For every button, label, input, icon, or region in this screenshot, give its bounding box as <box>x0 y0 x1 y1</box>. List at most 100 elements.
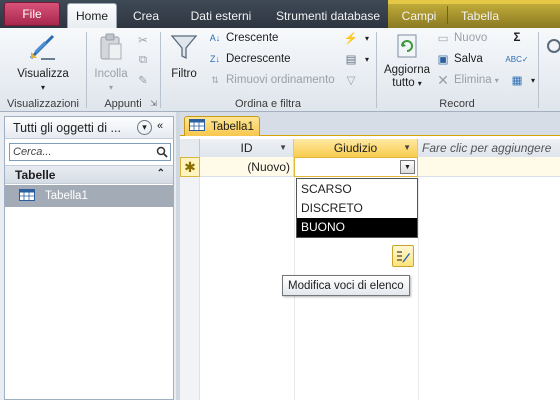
column-header-giudizio-label: Giudizio <box>333 141 378 155</box>
chevron-down-icon: ▾ <box>108 83 113 92</box>
edit-list-items-button[interactable] <box>392 245 414 267</box>
dropdown-option-buono[interactable]: BUONO <box>297 217 417 237</box>
advanced-filter-icon: ▤ <box>345 54 357 66</box>
salva-label: Salva <box>454 53 483 65</box>
totals-button[interactable]: Σ <box>509 28 528 48</box>
paste-icon <box>100 33 122 60</box>
dialog-launcher-icon[interactable]: ⇲ <box>150 99 157 108</box>
elimina-label: Elimina <box>454 74 492 86</box>
salva-button[interactable]: ▣ Salva <box>435 49 483 69</box>
decrescente-label: Decrescente <box>226 53 291 65</box>
toggle-filter-button[interactable]: ▽ <box>343 70 362 90</box>
combo-dropdown-list: SCARSO DISCRETO BUONO <box>296 178 418 238</box>
nav-section-label: Tabelle <box>15 167 56 182</box>
tab-home[interactable]: Home <box>67 3 117 28</box>
column-header-add-label: Fare clic per aggiungere <box>422 141 552 155</box>
filtro-button[interactable]: Filtro <box>165 32 203 81</box>
nav-pane-title: Tutti gli oggetti di ... <box>13 120 121 135</box>
spelling-icon: ABC✓ <box>505 54 529 64</box>
tab-file[interactable]: File <box>4 2 60 26</box>
copy-button[interactable]: ⧉ <box>135 50 154 70</box>
document-area: Tabella1 ID ▼ Giudizio ▼ Fare clic per a… <box>180 112 560 400</box>
elimina-button[interactable]: ✕ Elimina ▾ <box>435 70 499 90</box>
edit-list-icon <box>397 251 410 263</box>
aggiorna-tutto-button[interactable]: Aggiorna tutto ▾ <box>381 32 433 90</box>
incolla-button[interactable]: Incolla ▾ <box>89 32 133 94</box>
selection-filter-button[interactable]: ⚡ ▾ <box>343 28 369 48</box>
visualizza-button[interactable]: Visualizza ▾ <box>10 32 76 94</box>
column-header-id[interactable]: ID ▼ <box>200 139 294 157</box>
rimuovi-ordinamento-label: Rimuovi ordinamento <box>226 74 335 86</box>
sigma-icon: Σ <box>513 32 521 44</box>
document-tab-label: Tabella1 <box>211 120 254 133</box>
nuovo-label: Nuovo <box>454 32 488 44</box>
chevron-down-icon: ▾ <box>417 79 422 88</box>
visualizza-label: Visualizza <box>17 68 69 80</box>
cut-button[interactable]: ✂ <box>135 30 154 50</box>
format-painter-button[interactable]: ✎ <box>135 70 154 90</box>
collapse-pane-icon[interactable]: « <box>157 120 163 132</box>
document-tab-tabella1[interactable]: Tabella1 <box>184 116 260 136</box>
column-header-id-label: ID <box>240 141 253 155</box>
sort-descending-icon: Z↓ <box>210 54 220 64</box>
tab-dati-esterni[interactable]: Dati esterni <box>176 4 266 28</box>
chevron-down-icon[interactable]: ▼ <box>400 160 415 174</box>
navigation-pane: Tutti gli oggetti di ... ▾ « Cerca... Ta… <box>4 116 174 400</box>
filter-icon <box>170 35 198 60</box>
new-record-icon: ▭ <box>437 33 449 45</box>
clear-sort-icon: ⇅ <box>211 74 219 85</box>
chevron-down-icon: ▾ <box>494 75 499 85</box>
nav-pane-header[interactable]: Tutti gli oggetti di ... ▾ « <box>5 117 173 139</box>
tab-crea[interactable]: Crea <box>124 4 168 28</box>
group-label-visualizzazioni: Visualizzazioni <box>7 98 79 110</box>
nav-item-tabella1[interactable]: Tabella1 <box>5 185 173 207</box>
new-row-marker[interactable]: ✱ <box>180 157 200 177</box>
find-icon <box>547 39 560 53</box>
sort-ascending-icon: A↓ <box>209 33 221 43</box>
tab-separator <box>447 6 448 24</box>
trova-button-partial[interactable] <box>544 36 560 68</box>
decrescente-button[interactable]: Z↓ Decrescente <box>207 49 291 69</box>
cell-giudizio-combo[interactable]: ▼ <box>294 157 418 177</box>
toggle-filter-icon: ▽ <box>346 75 356 87</box>
tab-campi[interactable]: Campi <box>392 4 446 28</box>
nav-section-tabelle[interactable]: Tabelle ⌃ <box>5 165 173 184</box>
cell-id-new[interactable]: (Nuovo) <box>200 157 294 177</box>
chevron-down-circle-icon[interactable]: ▾ <box>137 120 152 135</box>
format-painter-icon: ✎ <box>138 75 148 87</box>
more-grid-icon: ▦ <box>511 75 523 87</box>
scissors-icon: ✂ <box>138 35 148 47</box>
select-all-corner[interactable] <box>180 139 200 157</box>
chevron-down-icon: ▾ <box>365 54 370 64</box>
dropdown-option-scarso[interactable]: SCARSO <box>297 179 417 198</box>
search-icon[interactable] <box>154 144 170 160</box>
aggiorna-label-line1: Aggiorna <box>383 64 431 76</box>
rimuovi-ordinamento-button[interactable]: ⇅ Rimuovi ordinamento <box>207 70 335 90</box>
dropdown-option-discreto[interactable]: DISCRETO <box>297 198 417 217</box>
filtro-label: Filtro <box>171 68 197 80</box>
document-tab-bar: Tabella1 <box>180 112 560 136</box>
chevron-down-icon[interactable]: ▼ <box>403 143 411 152</box>
selection-filter-icon: ⚡ <box>343 33 359 45</box>
more-button[interactable]: ▦ ▾ <box>509 70 535 90</box>
crescente-label: Crescente <box>226 32 279 44</box>
group-ordina-filtra: Filtro A↓ Crescente Z↓ Decrescente ⇅ Rim… <box>161 28 375 112</box>
table-icon <box>19 188 35 204</box>
column-header-add[interactable]: Fare clic per aggiungere <box>418 139 560 157</box>
chevron-down-icon[interactable]: ▼ <box>279 143 287 152</box>
group-appunti: Incolla ▾ ✂ ⧉ ✎ Appunti ⇲ <box>87 28 159 112</box>
crescente-button[interactable]: A↓ Crescente <box>207 28 279 48</box>
chevron-down-icon: ▾ <box>40 83 45 92</box>
column-header-giudizio[interactable]: Giudizio ▼ <box>294 139 418 157</box>
cell-add-new[interactable] <box>418 157 560 177</box>
chevron-down-icon: ▾ <box>365 33 370 43</box>
tab-tabella[interactable]: Tabella <box>450 4 510 28</box>
spelling-button[interactable]: ABC✓ <box>505 49 529 69</box>
advanced-filter-button[interactable]: ▤ ▾ <box>343 49 369 69</box>
tab-strumenti-database[interactable]: Strumenti database <box>270 4 386 28</box>
nav-search-input[interactable]: Cerca... <box>9 143 171 161</box>
chevron-up-icon: ⌃ <box>156 168 165 179</box>
nuovo-button[interactable]: ▭ Nuovo <box>435 28 488 48</box>
nav-search-placeholder: Cerca... <box>13 146 52 158</box>
ribbon-tab-bar: File Home Crea Dati esterni Strumenti da… <box>0 0 560 28</box>
